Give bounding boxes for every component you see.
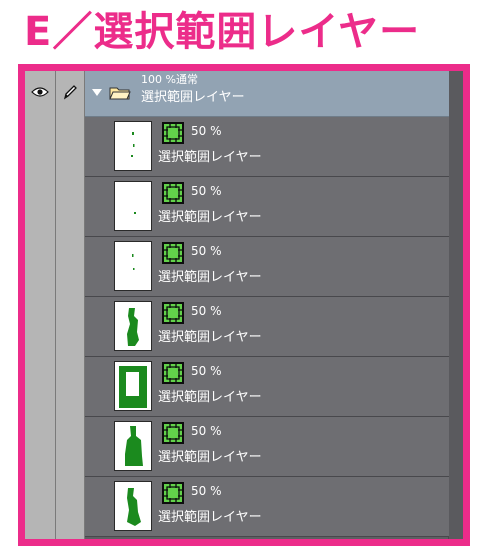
selection-mask-icon[interactable] <box>162 302 184 324</box>
layer-thumbnail <box>114 481 152 531</box>
page-title: E／選択範囲レイヤー <box>24 9 421 55</box>
layer-thumbnail <box>114 241 152 291</box>
layer-row[interactable]: 50 % 選択範囲レイヤー <box>85 417 449 477</box>
selection-mask-icon[interactable] <box>162 482 184 504</box>
layer-name: 選択範囲レイヤー <box>158 270 262 285</box>
selection-mask-icon[interactable] <box>162 242 184 264</box>
selection-mask-icon[interactable] <box>162 122 184 144</box>
selection-mask-icon[interactable] <box>162 362 184 384</box>
layer-opacity: 50 % <box>191 304 222 318</box>
layer-thumbnail <box>114 421 152 471</box>
layer-row[interactable]: 50 % 選択範囲レイヤー <box>85 177 449 237</box>
layer-row[interactable]: 50 % 選択範囲レイヤー <box>85 357 449 417</box>
layer-name: 選択範囲レイヤー <box>158 210 262 225</box>
selection-mask-icon[interactable] <box>162 422 184 444</box>
visibility-column[interactable] <box>25 71 56 539</box>
folder-mode-label: 100 %通常 <box>141 73 198 86</box>
layer-row[interactable]: 50 % 選択範囲レイヤー <box>85 237 449 297</box>
expand-triangle-icon[interactable] <box>92 89 102 96</box>
layer-opacity: 50 % <box>191 244 222 258</box>
highlight-frame: 100 %通常 選択範囲レイヤー 50 % 選択範囲レイヤー 50 % 選択範囲… <box>18 64 470 546</box>
edit-column[interactable] <box>56 71 85 539</box>
layer-name: 選択範囲レイヤー <box>158 450 262 465</box>
layer-list: 50 % 選択範囲レイヤー 50 % 選択範囲レイヤー 50 % 選択範囲レイヤ… <box>85 117 449 537</box>
folder-row[interactable]: 100 %通常 選択範囲レイヤー <box>85 71 449 117</box>
layer-row[interactable]: 50 % 選択範囲レイヤー <box>85 477 449 537</box>
layer-panel: 100 %通常 選択範囲レイヤー 50 % 選択範囲レイヤー 50 % 選択範囲… <box>25 71 463 539</box>
eye-icon[interactable] <box>30 82 50 102</box>
pen-icon[interactable] <box>60 82 80 102</box>
scrollbar[interactable] <box>448 71 463 539</box>
layer-thumbnail <box>114 181 152 231</box>
layer-row[interactable]: 50 % 選択範囲レイヤー <box>85 297 449 357</box>
layer-name: 選択範囲レイヤー <box>158 150 262 165</box>
layer-opacity: 50 % <box>191 424 222 438</box>
layer-opacity: 50 % <box>191 124 222 138</box>
layer-opacity: 50 % <box>191 364 222 378</box>
layer-thumbnail <box>114 301 152 351</box>
layer-name: 選択範囲レイヤー <box>158 330 262 345</box>
folder-icon <box>109 85 131 105</box>
layer-name: 選択範囲レイヤー <box>158 390 262 405</box>
folder-name: 選択範囲レイヤー <box>141 90 245 105</box>
layer-opacity: 50 % <box>191 184 222 198</box>
layer-row[interactable]: 50 % 選択範囲レイヤー <box>85 117 449 177</box>
selection-mask-icon[interactable] <box>162 182 184 204</box>
layer-thumbnail <box>114 121 152 171</box>
layer-opacity: 50 % <box>191 484 222 498</box>
layer-name: 選択範囲レイヤー <box>158 510 262 525</box>
layer-thumbnail <box>114 361 152 411</box>
